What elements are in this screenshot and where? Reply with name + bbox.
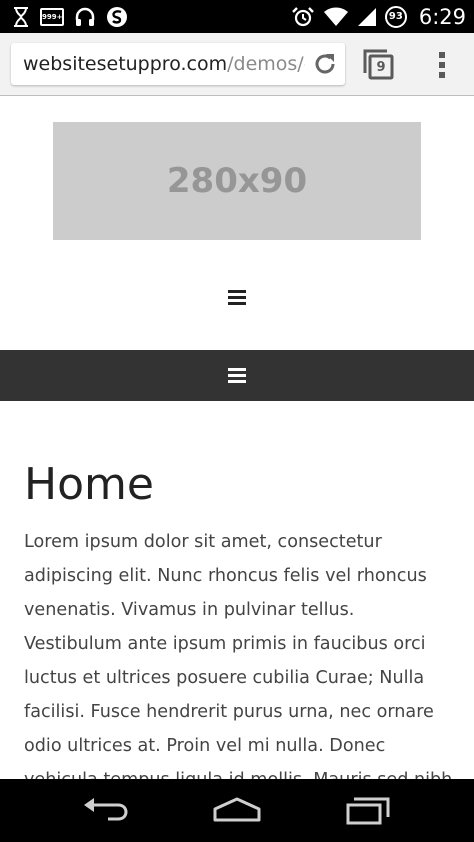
sync-icon <box>106 6 128 28</box>
tabs-button[interactable]: 9 <box>361 47 397 83</box>
status-bar: 999+ 93 6:29 <box>0 0 474 33</box>
status-icons-right: 93 6:29 <box>291 4 466 30</box>
overflow-menu-button[interactable] <box>430 49 454 81</box>
back-icon <box>84 798 128 821</box>
notification-badge-icon: 999+ <box>40 8 64 26</box>
overflow-menu-icon <box>439 52 445 78</box>
reload-icon[interactable] <box>311 50 339 78</box>
home-button[interactable] <box>209 793 265 829</box>
system-navigation-bar <box>0 779 474 842</box>
alarm-icon <box>291 6 315 28</box>
battery-icon: 93 <box>384 6 407 28</box>
url-bar[interactable]: websitesetuppro.com/demos/d <box>11 43 345 85</box>
clock: 6:29 <box>418 5 466 29</box>
banner-text: 280x90 <box>166 161 308 201</box>
status-icons-left: 999+ <box>12 4 128 30</box>
recents-icon <box>346 797 390 825</box>
back-button[interactable] <box>78 793 134 829</box>
wifi-icon <box>323 7 349 27</box>
headphones-icon <box>74 6 96 28</box>
body-paragraph: Lorem ipsum dolor sit amet, consectetur … <box>24 532 452 790</box>
banner-ad-placeholder: 280x90 <box>53 122 421 240</box>
hamburger-menu-icon[interactable] <box>224 284 250 310</box>
main-content: Home Lorem ipsum dolor sit amet, consect… <box>24 455 454 797</box>
hourglass-icon <box>12 6 30 28</box>
browser-toolbar: websitesetuppro.com/demos/d 9 <box>0 33 474 96</box>
url-path: /demos/d <box>227 53 305 75</box>
page-title: Home <box>24 459 154 510</box>
signal-icon <box>357 7 377 27</box>
recents-button[interactable] <box>340 793 396 829</box>
tab-count: 9 <box>376 60 386 75</box>
url-domain: websitesetuppro.com <box>23 53 228 75</box>
home-icon <box>213 797 261 822</box>
url-text[interactable]: websitesetuppro.com/demos/d <box>23 43 305 85</box>
hamburger-menu-icon[interactable] <box>224 362 250 388</box>
